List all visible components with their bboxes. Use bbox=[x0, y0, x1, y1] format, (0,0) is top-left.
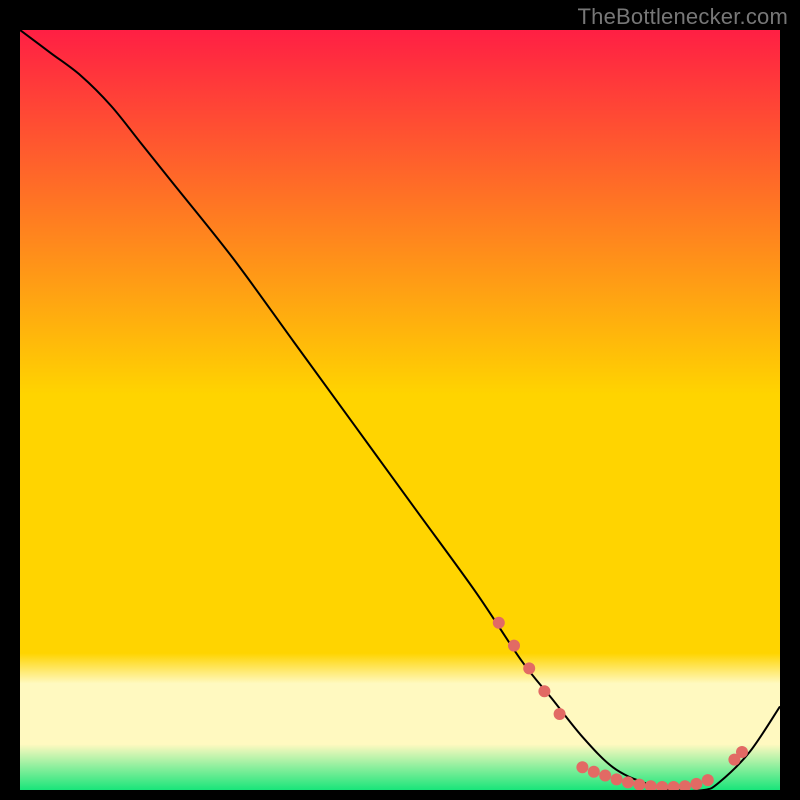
curve-marker bbox=[599, 770, 611, 782]
chart-frame: TheBottlenecker.com bbox=[0, 0, 800, 800]
curve-marker bbox=[611, 773, 623, 785]
curve-marker bbox=[508, 640, 520, 652]
curve-marker bbox=[554, 708, 566, 720]
curve-marker bbox=[576, 761, 588, 773]
curve-marker bbox=[588, 766, 600, 778]
watermark-text: TheBottlenecker.com bbox=[578, 4, 788, 30]
plot-background bbox=[20, 30, 780, 790]
curve-marker bbox=[690, 778, 702, 790]
curve-marker bbox=[736, 746, 748, 758]
curve-marker bbox=[702, 774, 714, 786]
bottleneck-chart bbox=[20, 30, 780, 790]
curve-marker bbox=[493, 617, 505, 629]
curve-marker bbox=[622, 776, 634, 788]
curve-marker bbox=[538, 685, 550, 697]
curve-marker bbox=[523, 662, 535, 674]
